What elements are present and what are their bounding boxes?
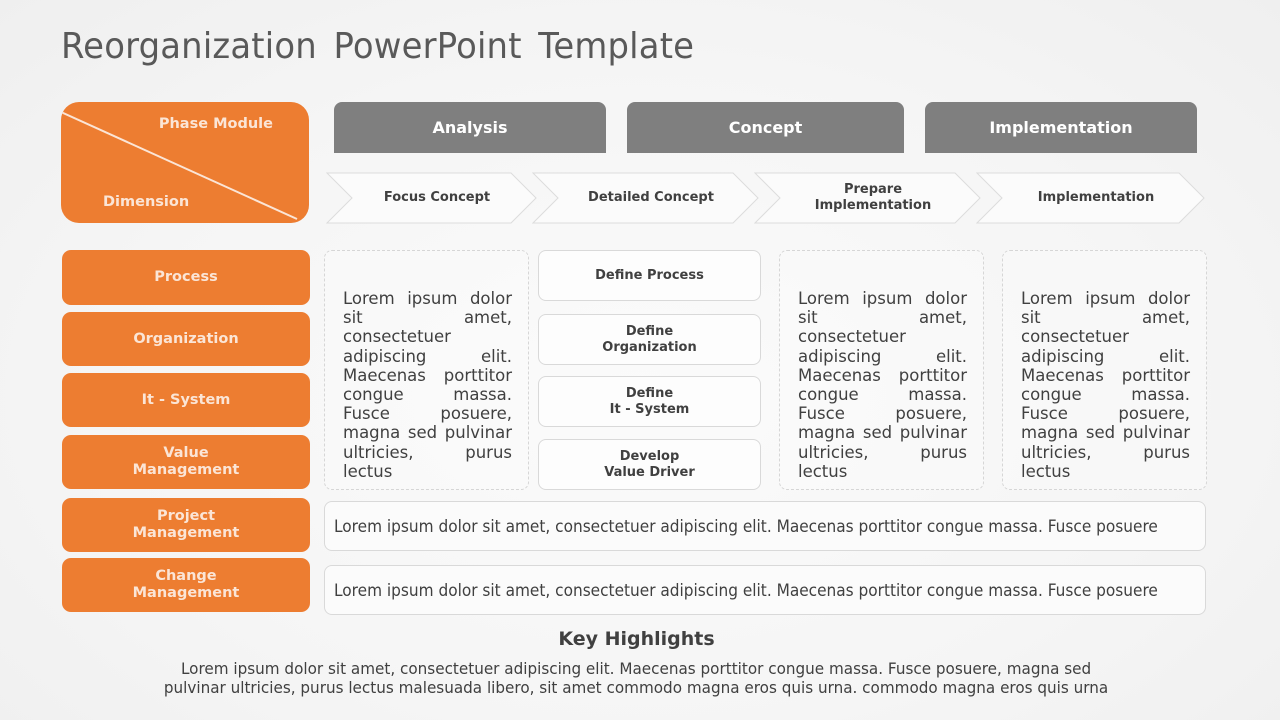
dimension-value-management: Value Management [62, 435, 310, 489]
corner-header: Phase Module Dimension [61, 102, 309, 223]
phase-header-concept: Concept [627, 102, 904, 153]
change-management-row: Lorem ipsum dolor sit amet, consectetuer… [324, 565, 1206, 615]
step-label: Implementation [1037, 190, 1155, 205]
detailed-concept-item: Develop Value Driver [538, 439, 761, 490]
dimension-project-management: Project Management [62, 498, 310, 552]
implementation-cell: Lorem ipsum dolor sit amet, consectetuer… [1002, 250, 1207, 490]
detailed-concept-item: Define Process [538, 250, 761, 301]
change-management-text: Lorem ipsum dolor sit amet, consectetuer… [334, 580, 1158, 600]
detailed-concept-item: Define It - System [538, 376, 761, 427]
step-label: Detailed Concept [588, 190, 714, 205]
dimension-it-system: It - System [62, 373, 310, 427]
step-label: Focus Concept [383, 190, 491, 205]
phase-header-analysis: Analysis [334, 102, 606, 153]
phase-module-label: Phase Module [158, 116, 273, 132]
step-label: Prepare Implementation [814, 182, 932, 213]
step-chevron-prepare-implementation: Prepare Implementation [754, 172, 982, 224]
dimension-label: Dimension [103, 194, 190, 210]
key-highlights-line: Lorem ipsum dolor sit amet, consectetuer… [181, 659, 1092, 678]
dimension-change-management: Change Management [62, 558, 310, 612]
project-management-text: Lorem ipsum dolor sit amet, consectetuer… [334, 516, 1158, 536]
focus-concept-cell: Lorem ipsum dolor sit amet, consectetuer… [324, 250, 529, 490]
dimension-process: Process [62, 250, 310, 305]
key-highlights-body: Lorem ipsum dolor sit amet, consectetuer… [100, 659, 1173, 697]
detailed-concept-item: Define Organization [538, 314, 761, 365]
prepare-implementation-text: Lorem ipsum dolor sit amet, consectetuer… [798, 289, 967, 481]
step-chevron-detailed-concept: Detailed Concept [532, 172, 760, 224]
step-chevron-implementation: Implementation [976, 172, 1206, 224]
key-highlights-line: pulvinar ultricies, purus lectus malesua… [164, 678, 1109, 697]
implementation-text: Lorem ipsum dolor sit amet, consectetuer… [1021, 289, 1190, 481]
key-highlights-title: Key Highlights [558, 628, 715, 650]
phase-header-implementation: Implementation [925, 102, 1197, 153]
prepare-implementation-cell: Lorem ipsum dolor sit amet, consectetuer… [779, 250, 984, 490]
dimension-organization: Organization [62, 312, 310, 366]
slide-title: Reorganization PowerPoint Template [61, 26, 695, 67]
step-chevron-focus-concept: Focus Concept [326, 172, 538, 224]
focus-concept-text: Lorem ipsum dolor sit amet, consectetuer… [343, 289, 512, 481]
project-management-row: Lorem ipsum dolor sit amet, consectetuer… [324, 501, 1206, 551]
